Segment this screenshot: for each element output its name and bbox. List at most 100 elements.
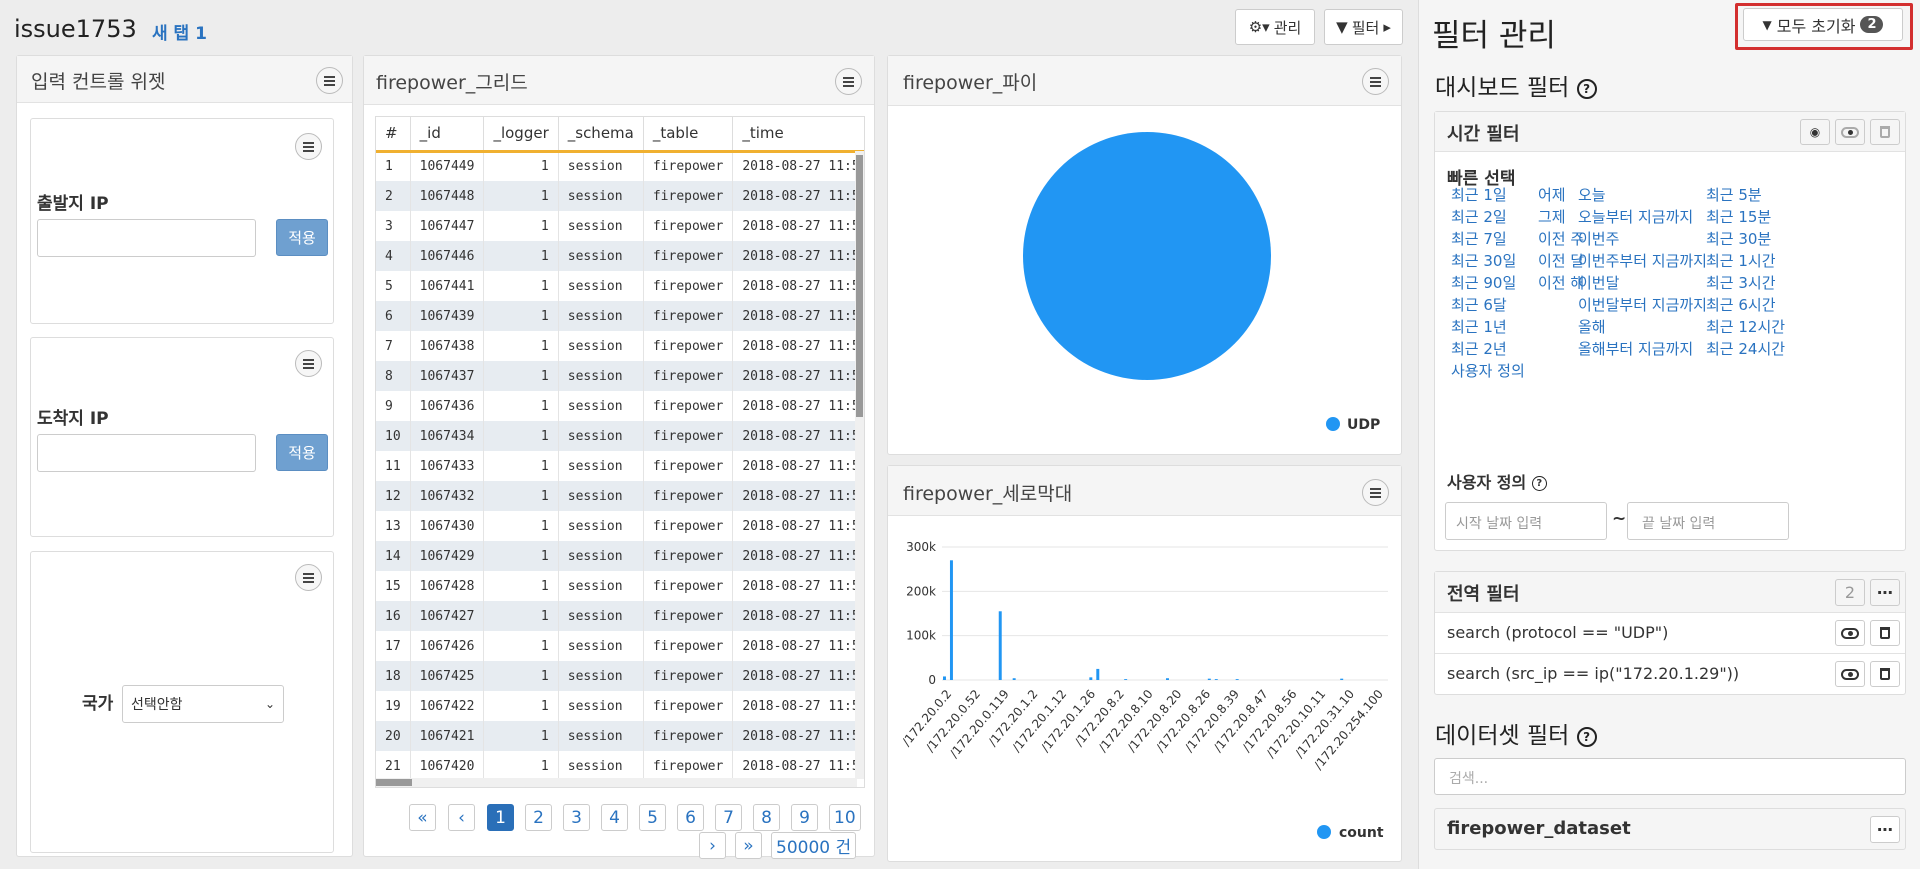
page-button[interactable]: 10 [829, 804, 861, 831]
menu-icon[interactable] [295, 133, 322, 160]
quick-select-link[interactable]: 최근 1년 [1451, 316, 1507, 337]
table-row[interactable]: 14 1067429 1 session firepower 2018-08-27 11:… [376, 541, 864, 571]
quick-select-link[interactable]: 어제 [1538, 184, 1566, 205]
quick-select-link[interactable]: 최근 5분 [1706, 184, 1762, 205]
start-date-input[interactable]: 시작 날짜 입력 [1445, 502, 1607, 540]
quick-select-link[interactable]: 최근 1일 [1451, 184, 1507, 205]
more-icon[interactable]: ⋯ [1870, 816, 1900, 843]
next-page-button[interactable]: › [699, 832, 726, 859]
grid-column-header[interactable]: # [376, 117, 411, 153]
table-row[interactable]: 5 1067441 1 session firepower 2018-08-27 11:5 [376, 271, 864, 301]
table-row[interactable]: 12 1067432 1 session firepower 2018-08-27 11:… [376, 481, 864, 511]
scrollbar-thumb[interactable] [856, 155, 863, 417]
grid-column-header[interactable]: _logger [483, 117, 559, 153]
quick-select-link[interactable]: 최근 1시간 [1706, 250, 1776, 271]
quick-select-link[interactable]: 최근 15분 [1706, 206, 1771, 227]
menu-icon[interactable] [1362, 479, 1389, 506]
table-row[interactable]: 20 1067421 1 session firepower 2018-08-27 11:… [376, 721, 864, 751]
new-tab-link[interactable]: 새 탭 1 [152, 19, 207, 44]
quick-select-link[interactable]: 이번달부터 지금까지 [1578, 294, 1707, 315]
trash-icon[interactable] [1870, 661, 1900, 687]
prev-page-button[interactable]: ‹ [448, 804, 475, 831]
source-ip-apply-button[interactable]: 적용 [276, 219, 328, 256]
table-row[interactable]: 21 1067420 1 session firepower 2018-08-27 11:… [376, 751, 864, 781]
table-row[interactable]: 9 1067436 1 session firepower 2018-08-27 11:5 [376, 391, 864, 421]
filter-toggle-button[interactable]: ▼ 필터 ▸ [1324, 9, 1403, 45]
bar[interactable] [1166, 678, 1169, 680]
pie-slice-udp[interactable] [1023, 132, 1271, 380]
table-row[interactable]: 4 1067446 1 session firepower 2018-08-27 11:5 [376, 241, 864, 271]
table-row[interactable]: 8 1067437 1 session firepower 2018-08-27 11:5 [376, 361, 864, 391]
quick-select-link[interactable]: 이번주 [1578, 228, 1619, 249]
quick-select-link[interactable]: 최근 30분 [1706, 228, 1771, 249]
dest-ip-apply-button[interactable]: 적용 [276, 434, 328, 471]
horizontal-scrollbar[interactable] [376, 778, 857, 787]
grid-column-header[interactable]: _id [410, 117, 485, 153]
grid-column-header[interactable]: _schema [558, 117, 644, 153]
grid-column-header[interactable]: _time [732, 117, 864, 153]
quick-select-link[interactable]: 이번주부터 지금까지 [1578, 250, 1707, 271]
quick-select-link[interactable]: 최근 90일 [1451, 272, 1516, 293]
page-button[interactable]: 9 [791, 804, 818, 831]
bar[interactable] [1124, 679, 1128, 680]
dataset-search-input[interactable]: 검색... [1434, 758, 1906, 795]
manage-button[interactable]: ⚙▾ 관리 [1235, 9, 1315, 45]
quick-select-link[interactable]: 최근 3시간 [1706, 272, 1776, 293]
reset-all-button[interactable]: ▼ 모두 초기화 2 [1743, 8, 1903, 41]
page-button[interactable]: 6 [677, 804, 704, 831]
quick-select-link[interactable]: 최근 30일 [1451, 250, 1516, 271]
page-button[interactable]: 7 [715, 804, 742, 831]
first-page-button[interactable]: « [409, 804, 436, 831]
table-row[interactable]: 15 1067428 1 session firepower 2018-08-27 11:… [376, 571, 864, 601]
quick-select-link[interactable]: 최근 6시간 [1706, 294, 1776, 315]
bar[interactable] [998, 611, 1002, 680]
quick-select-link[interactable]: 사용자 정의 [1451, 360, 1525, 381]
source-ip-input[interactable] [37, 219, 256, 257]
bar[interactable] [1207, 678, 1211, 680]
dest-ip-input[interactable] [37, 434, 256, 472]
bar[interactable] [1214, 679, 1218, 680]
bar[interactable] [1089, 677, 1093, 680]
table-row[interactable]: 7 1067438 1 session firepower 2018-08-27 11:5 [376, 331, 864, 361]
quick-select-link[interactable]: 최근 12시간 [1706, 316, 1785, 337]
bar[interactable] [1235, 679, 1239, 680]
toggle-icon[interactable] [1835, 620, 1865, 646]
table-row[interactable]: 6 1067439 1 session firepower 2018-08-27 11:5 [376, 301, 864, 331]
quick-select-link[interactable]: 오늘 [1578, 184, 1606, 205]
table-row[interactable]: 13 1067430 1 session firepower 2018-08-27 11:… [376, 511, 864, 541]
trash-icon[interactable] [1870, 620, 1900, 646]
table-row[interactable]: 11 1067433 1 session firepower 2018-08-27 11:… [376, 451, 864, 481]
quick-select-link[interactable]: 최근 2일 [1451, 206, 1507, 227]
table-row[interactable]: 2 1067448 1 session firepower 2018-08-27 11:5 [376, 181, 864, 211]
menu-icon[interactable] [316, 67, 343, 94]
page-button[interactable]: 2 [525, 804, 552, 831]
help-icon[interactable]: ? [1531, 476, 1547, 491]
page-button[interactable]: 3 [563, 804, 590, 831]
scrollbar-thumb[interactable] [376, 779, 412, 786]
quick-select-link[interactable]: 최근 7일 [1451, 228, 1507, 249]
table-row[interactable]: 18 1067425 1 session firepower 2018-08-27 11:… [376, 661, 864, 691]
quick-select-link[interactable]: 오늘부터 지금까지 [1578, 206, 1693, 227]
table-row[interactable]: 3 1067447 1 session firepower 2018-08-27 11:5 [376, 211, 864, 241]
page-button[interactable]: 8 [753, 804, 780, 831]
bar[interactable] [1096, 668, 1100, 680]
menu-icon[interactable] [295, 350, 322, 377]
last-page-button[interactable]: » [735, 832, 762, 859]
table-row[interactable]: 1 1067449 1 session firepower 2018-08-27 11:5 [376, 151, 864, 181]
quick-select-link[interactable]: 그제 [1538, 206, 1566, 227]
page-button[interactable]: 1 [487, 804, 514, 831]
vertical-scrollbar[interactable] [855, 151, 864, 779]
more-icon[interactable]: ⋯ [1870, 579, 1900, 606]
menu-icon[interactable] [835, 68, 862, 95]
quick-select-link[interactable]: 올해부터 지금까지 [1578, 338, 1693, 359]
bar[interactable] [1012, 678, 1016, 680]
bar[interactable] [943, 676, 946, 680]
quick-select-link[interactable]: 올해 [1578, 316, 1606, 337]
table-row[interactable]: 17 1067426 1 session firepower 2018-08-27 11:… [376, 631, 864, 661]
bar[interactable] [1340, 678, 1344, 680]
quick-select-link[interactable]: 이번달 [1578, 272, 1619, 293]
country-select[interactable]: 선택안함 ⌄ [122, 685, 284, 723]
toggle-icon[interactable] [1835, 661, 1865, 687]
page-button[interactable]: 4 [601, 804, 628, 831]
quick-select-link[interactable]: 최근 24시간 [1706, 338, 1785, 359]
